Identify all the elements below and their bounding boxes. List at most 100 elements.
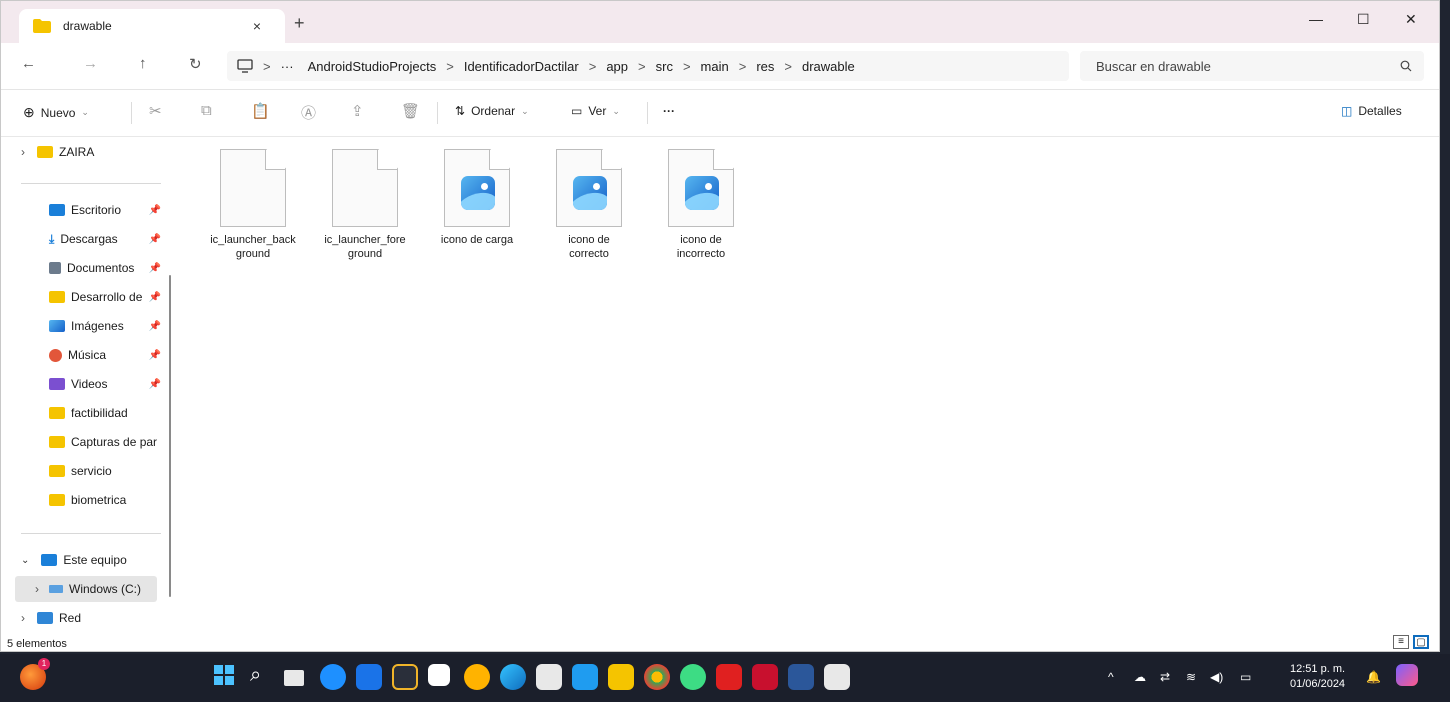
volume-icon[interactable]: ◀) [1210, 670, 1223, 684]
tab-drawable[interactable]: drawable × [19, 9, 285, 43]
pin-icon[interactable]: 📌 [149, 292, 161, 303]
file-name: ic_launcher_back ground [210, 234, 296, 260]
pin-icon[interactable]: 📌 [149, 379, 161, 390]
sidebar-item-windows-c[interactable]: › Windows (C:) [15, 576, 157, 602]
breadcrumb-item-3[interactable]: src [656, 59, 673, 74]
breadcrumb-item-1[interactable]: IdentificadorDactilar [464, 59, 579, 74]
paste-icon[interactable]: 📋 [251, 102, 270, 120]
sidebar-item-descargas[interactable]: ⤓ Descargas 📌 [15, 226, 161, 252]
network-status-icon[interactable]: ⇄ [1160, 670, 1170, 684]
pin-icon[interactable]: 📌 [149, 263, 161, 274]
sidebar-item-biometrica[interactable]: biometrica [15, 487, 161, 513]
sidebar-item-videos[interactable]: Videos 📌 [15, 371, 161, 397]
view-button[interactable]: ▭ Ver ⌄ [571, 104, 620, 118]
sidebar-item-este-equipo[interactable]: ⌄ Este equipo [15, 547, 161, 573]
details-view-icon[interactable]: ≡ [1393, 635, 1409, 649]
pin-icon[interactable]: 📌 [149, 321, 161, 332]
chevron-right-icon: › [21, 611, 25, 625]
monitor-icon [237, 59, 253, 73]
pin-icon[interactable]: 📌 [149, 350, 161, 361]
breadcrumb-item-4[interactable]: main [701, 59, 729, 74]
back-button[interactable]: ← [21, 55, 36, 72]
file-item[interactable]: icono de incorrecto [651, 149, 751, 261]
edge-icon[interactable] [500, 664, 526, 690]
share-icon[interactable]: ⇪ [351, 102, 364, 120]
maximize-button[interactable]: ☐ [1357, 11, 1370, 28]
pin-icon[interactable]: 📌 [149, 234, 161, 245]
file-name: icono de correcto [568, 234, 610, 260]
breadcrumb-item-0[interactable]: AndroidStudioProjects [308, 59, 437, 74]
view-button-label: Ver [588, 104, 607, 118]
details-button[interactable]: ◫ Detalles [1341, 104, 1402, 118]
sidebar-item-red[interactable]: › Red [15, 605, 161, 631]
refresh-button[interactable]: ↻ [189, 55, 202, 73]
chevron-up-icon[interactable]: ^ [1108, 670, 1114, 684]
weather-icon[interactable] [320, 664, 346, 690]
file-explorer-icon[interactable] [608, 664, 634, 690]
breadcrumb-item-6[interactable]: drawable [802, 59, 855, 74]
file-item[interactable]: ic_launcher_fore ground [315, 149, 415, 261]
folder-icon [37, 146, 53, 158]
more-path-button[interactable]: ··· [281, 59, 294, 74]
file-item[interactable]: icono de correcto [539, 149, 639, 261]
sidebar-scrollbar[interactable] [169, 275, 171, 597]
sidebar-item-factibilidad[interactable]: factibilidad [15, 400, 161, 426]
pin-icon[interactable]: 📌 [149, 205, 161, 216]
acrobat-icon[interactable] [716, 664, 742, 690]
close-window-button[interactable]: ✕ [1405, 11, 1417, 28]
up-button[interactable]: ↑ [139, 55, 147, 72]
search-box[interactable]: Buscar en drawable [1080, 51, 1424, 81]
cut-icon[interactable]: ✂ [149, 102, 162, 120]
chevron-right-icon: › [35, 582, 39, 596]
new-tab-button[interactable]: + [294, 13, 305, 34]
sidebar-item-servicio[interactable]: servicio [15, 458, 161, 484]
sidebar-item-zaira[interactable]: › ZAIRA [15, 139, 161, 165]
delete-icon[interactable]: 🗑 [401, 102, 420, 120]
sidebar-item-imagenes[interactable]: Imágenes 📌 [15, 313, 161, 339]
start-icon[interactable] [213, 664, 239, 690]
sidebar-item-capturas[interactable]: Capturas de par [15, 429, 161, 455]
battery-icon[interactable]: ▭ [1240, 670, 1251, 684]
app-icon[interactable] [464, 664, 490, 690]
sidebar-item-musica[interactable]: Música 📌 [15, 342, 161, 368]
rename-icon[interactable]: Ⓐ [301, 102, 316, 123]
new-button[interactable]: ⊕ Nuevo ⌄ [23, 104, 89, 121]
sort-button[interactable]: ⇅ Ordenar ⌄ [455, 104, 529, 118]
word-icon[interactable] [788, 664, 814, 690]
snipping-tool-icon[interactable] [392, 664, 418, 690]
blank-file-icon [220, 149, 286, 227]
view-icon: ▭ [571, 104, 583, 118]
vscode-icon[interactable] [572, 664, 598, 690]
task-view-icon[interactable] [284, 670, 304, 686]
breadcrumb-item-5[interactable]: res [756, 59, 774, 74]
sidebar-item-desarrollo[interactable]: Desarrollo de 📌 [15, 284, 161, 310]
sidebar-item-escritorio[interactable]: Escritorio 📌 [15, 197, 161, 223]
app-myhp-icon[interactable] [356, 664, 382, 690]
sidebar-item-label: factibilidad [71, 406, 128, 420]
tiles-view-icon[interactable]: ▢ [1413, 635, 1429, 649]
chrome-icon[interactable] [644, 664, 670, 690]
file-item[interactable]: icono de carga [427, 149, 527, 247]
forward-button[interactable]: → [83, 55, 98, 72]
mcafee-icon[interactable] [752, 664, 778, 690]
minimize-button[interactable]: — [1309, 11, 1323, 27]
breadcrumb-separator: > [682, 58, 691, 74]
sidebar-item-documentos[interactable]: Documentos 📌 [15, 255, 161, 281]
android-studio-icon[interactable] [680, 664, 706, 690]
onedrive-icon[interactable]: ☁ [1134, 670, 1146, 684]
address-bar[interactable]: > ··· AndroidStudioProjects > Identifica… [227, 51, 1069, 81]
image-file-icon [444, 149, 510, 227]
java-icon[interactable] [536, 664, 562, 690]
breadcrumb-item-2[interactable]: app [606, 59, 628, 74]
notification-bell-icon[interactable]: 🔔 [1366, 670, 1381, 684]
copy-icon[interactable]: ⧉ [201, 102, 212, 119]
clock[interactable]: 12:51 p. m. 01/06/2024 [1290, 662, 1345, 692]
tab-close-icon[interactable]: × [253, 18, 261, 34]
search-icon[interactable]: ⌕ [250, 664, 276, 690]
wifi-icon[interactable]: ≋ [1186, 670, 1196, 684]
copilot-icon[interactable] [1396, 664, 1418, 686]
store-icon[interactable] [428, 664, 450, 686]
notepad-icon[interactable] [824, 664, 850, 690]
file-item[interactable]: ic_launcher_back ground [203, 149, 303, 261]
more-options-button[interactable]: ··· [663, 104, 675, 118]
